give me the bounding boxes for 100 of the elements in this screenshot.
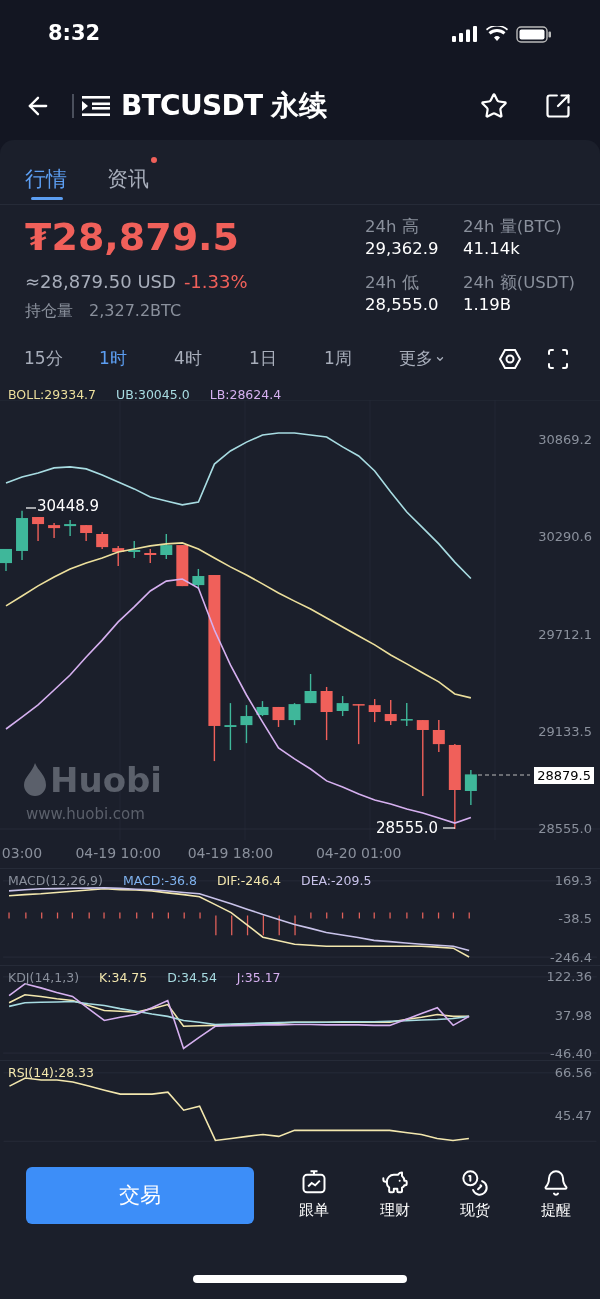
candle — [112, 545, 125, 567]
interval-tab[interactable]: 4时 — [174, 346, 249, 372]
axis-label: 28555.0 — [538, 822, 592, 835]
candle — [256, 700, 269, 717]
signal-icon — [452, 26, 478, 42]
stat-label: 24h 额(USDT) — [463, 272, 575, 294]
candle — [160, 533, 173, 560]
nav-item[interactable]: 提醒 — [540, 1169, 571, 1222]
stat-value: 28,555.0 — [365, 294, 440, 316]
candle — [16, 509, 29, 561]
last-price: ₮28,879.5 — [25, 214, 240, 261]
tab[interactable]: 行情 — [25, 139, 75, 204]
candle — [368, 698, 381, 723]
axis-label: 37.98 — [554, 1008, 592, 1022]
candle — [272, 706, 285, 728]
candle — [80, 524, 93, 542]
candle — [352, 703, 365, 745]
candle — [288, 702, 301, 726]
legend-label: DEA:-209.5 — [301, 875, 372, 888]
usd-price: ≈28,879.50 USD — [25, 271, 176, 293]
nav-item[interactable]: 跟单 — [299, 1169, 330, 1222]
legend-label: MACD(12,26,9) — [8, 875, 103, 888]
candle — [96, 531, 109, 550]
share-icon[interactable] — [544, 92, 572, 120]
candle — [0, 548, 12, 572]
axis-label: -46.40 — [550, 1047, 592, 1060]
stat-value: 41.14k — [463, 238, 521, 260]
axis-label: 30290.6 — [538, 530, 592, 544]
time-label: 04-20 01:00 — [315, 846, 402, 860]
legend-label: KDJ(14,1,3) — [8, 972, 80, 985]
nav-item[interactable]: 现货 — [460, 1169, 491, 1222]
battery-icon — [516, 25, 552, 43]
candle — [176, 544, 189, 587]
legend-label: J:35.17 — [236, 972, 281, 985]
leader-line — [25, 507, 37, 509]
tab[interactable]: 资讯 — [107, 139, 157, 204]
candle — [192, 568, 205, 590]
candle — [240, 704, 253, 744]
last-price-tag: 28879.5 — [534, 767, 594, 784]
low-price-marker: 28555.0 — [376, 821, 439, 836]
axis-label: 30869.2 — [538, 433, 592, 446]
open-interest-label: 持仓量 — [25, 300, 73, 322]
settings-icon[interactable] — [498, 347, 522, 371]
axis-label: 45.47 — [554, 1109, 592, 1122]
axis-label: 29712.1 — [538, 627, 592, 641]
axis-label: 122.36 — [546, 970, 592, 983]
coins-icon — [461, 1169, 490, 1198]
legend-label: LB:28624.4 — [209, 389, 282, 402]
star-icon[interactable] — [480, 92, 508, 120]
interval-tab[interactable]: 1时 — [99, 346, 174, 372]
legend-label: MACD:-36.8 — [122, 875, 197, 888]
watermark-url: www.huobi.com — [26, 807, 145, 822]
fullscreen-icon[interactable] — [546, 347, 570, 371]
stat-value: 1.19B — [463, 294, 513, 316]
candle — [48, 522, 61, 539]
leader-line — [442, 827, 456, 829]
watermark-brand: Huobi — [50, 763, 162, 797]
interval-tab[interactable]: 更多 — [399, 346, 474, 372]
list-icon[interactable] — [82, 95, 110, 117]
legend-label: BOLL:29334.7 — [8, 389, 97, 402]
status-time: 8:32 — [48, 20, 101, 48]
high-price-marker: 30448.9 — [37, 499, 100, 514]
legend-label: UB:30045.0 — [116, 389, 190, 402]
stat-value: 29,362.9 — [365, 238, 440, 260]
candle — [32, 516, 45, 542]
wifi-icon — [486, 26, 508, 42]
candle — [384, 699, 397, 726]
price-guide-line — [477, 774, 531, 776]
candle — [224, 702, 237, 751]
candle — [464, 769, 477, 806]
caret-icon — [435, 354, 445, 364]
tab-underline — [31, 197, 63, 200]
stat-label: 24h 量(BTC) — [463, 216, 563, 238]
legend-label: K:34.75 — [99, 972, 148, 985]
price-change: -1.33% — [183, 271, 248, 293]
legend-label: D:34.54 — [167, 972, 217, 985]
candle — [128, 540, 141, 559]
candle — [336, 695, 349, 717]
time-label: 04-19 18:00 — [187, 846, 274, 860]
stat-label: 24h 高 — [365, 216, 420, 238]
candle — [64, 519, 77, 537]
page-title: BTCUSDT 永续 — [121, 88, 326, 124]
axis-label: 66.56 — [554, 1066, 592, 1079]
interval-tab[interactable]: 15分 — [24, 346, 99, 372]
candle — [144, 548, 157, 564]
interval-tab[interactable]: 1周 — [324, 346, 399, 372]
axis-label: -246.4 — [550, 951, 592, 964]
nav-item[interactable]: 理财 — [379, 1169, 410, 1222]
candle — [400, 702, 413, 727]
axis-label: 29133.5 — [538, 724, 592, 738]
candle — [320, 686, 333, 741]
candle — [304, 673, 317, 704]
stat-label: 24h 低 — [365, 272, 420, 294]
interval-tab[interactable]: 1日 — [249, 346, 324, 372]
axis-label: -38.5 — [558, 912, 592, 926]
legend-label: DIF:-246.4 — [216, 875, 281, 888]
axis-label: 169.3 — [554, 874, 592, 887]
candle — [432, 719, 445, 753]
legend-label: RSI(14):28.33 — [8, 1067, 94, 1080]
open-interest-value: 2,327.2BTC — [89, 300, 182, 322]
